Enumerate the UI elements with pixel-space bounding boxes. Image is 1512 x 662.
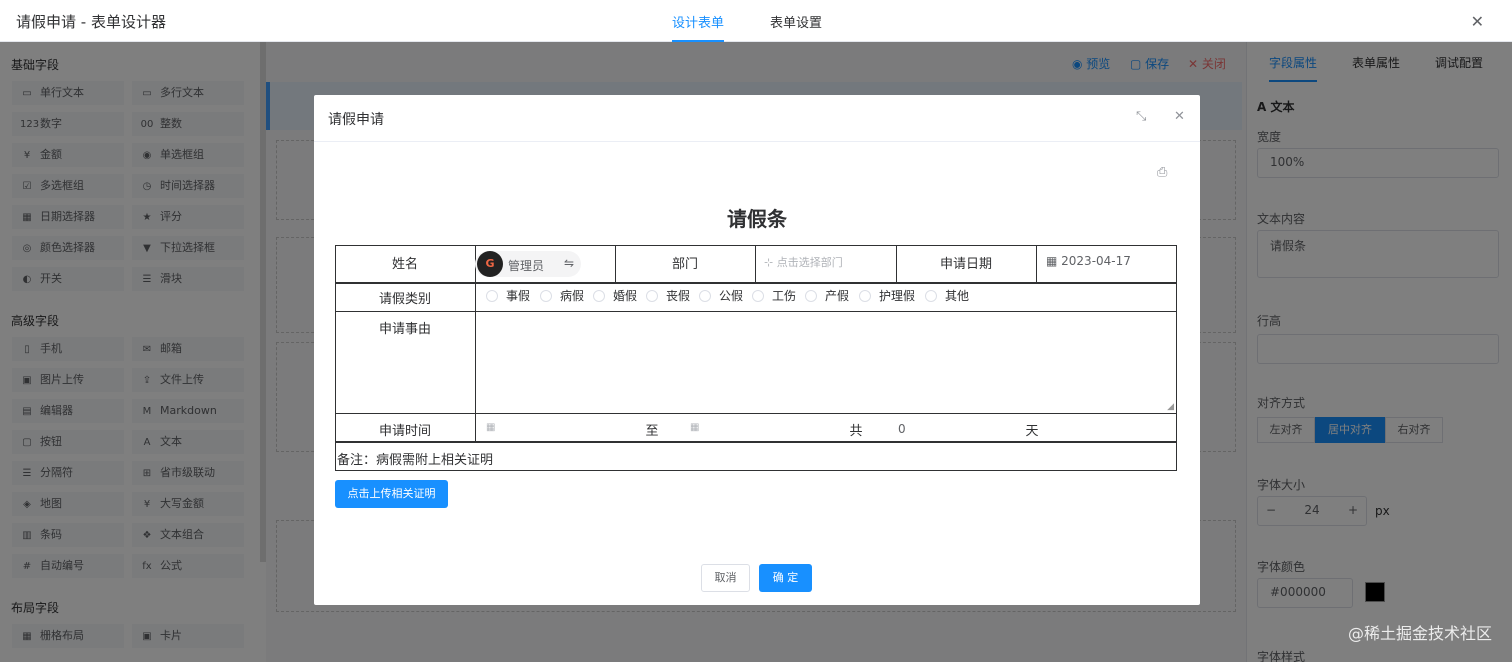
upload-proof-button[interactable]: 点击上传相关证明 [335, 480, 448, 508]
printer-icon[interactable]: ⎙ [1157, 165, 1175, 181]
radio-label: 公假 [719, 289, 744, 303]
radio-circle-icon[interactable] [805, 290, 817, 302]
end-date-picker[interactable]: ▦ [690, 422, 699, 433]
note-text: 备注：病假需附上相关证明 [337, 453, 494, 468]
radio-circle-icon[interactable] [646, 290, 658, 302]
start-date-picker[interactable]: ▦ [486, 422, 495, 433]
days-label: 天 [1025, 424, 1039, 439]
form-title: 请假条 [727, 207, 787, 231]
app-title: 请假申请 - 表单设计器 [16, 13, 166, 31]
leave-type-radio[interactable]: 丧假 [646, 287, 690, 304]
preview-dialog: 请假申请 ⤡ ✕ ⎙ 请假条 姓名 G 管理员 ⇋ 部门 ⊹ 点击选择部门 申请… [314, 95, 1200, 605]
fullscreen-icon[interactable]: ⤡ [1136, 109, 1146, 124]
tab-design-form[interactable]: 设计表单 [672, 12, 725, 42]
user-name: 管理员 [508, 259, 545, 273]
row-divider [335, 413, 1177, 414]
leave-type-radio[interactable]: 工伤 [752, 287, 796, 304]
reason-textarea[interactable]: ◢ [476, 312, 1176, 412]
apply-time-label: 申请时间 [378, 424, 431, 439]
leave-type-label: 请假类别 [378, 292, 431, 307]
leave-type-radio[interactable]: 婚假 [593, 287, 637, 304]
resize-handle-icon[interactable]: ◢ [1167, 402, 1174, 412]
dialog-title: 请假申请 [328, 112, 384, 128]
days-input[interactable]: 0 [898, 422, 906, 436]
radio-label: 其他 [945, 289, 970, 303]
close-icon[interactable]: ✕ [1174, 109, 1185, 124]
col-divider [755, 245, 756, 282]
col-divider [1036, 245, 1037, 282]
radio-label: 工伤 [772, 289, 797, 303]
dept-selector[interactable]: ⊹ 点击选择部门 [764, 254, 843, 270]
radio-label: 丧假 [666, 289, 691, 303]
radio-label: 产假 [825, 289, 850, 303]
radio-label: 护理假 [879, 289, 916, 303]
radio-circle-icon[interactable] [925, 290, 937, 302]
radio-label: 病假 [560, 289, 585, 303]
row-divider [335, 441, 1177, 443]
leave-type-radio[interactable]: 其他 [925, 287, 969, 304]
tab-form-settings[interactable]: 表单设置 [770, 12, 822, 42]
apply-date-picker[interactable]: ▦ 2023-04-17 [1046, 254, 1131, 268]
to-label: 至 [645, 424, 659, 439]
top-bar: 请假申请 - 表单设计器 设计表单 表单设置 ✕ [0, 0, 1512, 42]
name-label: 姓名 [391, 257, 418, 272]
reason-label: 申请事由 [378, 322, 431, 337]
total-label: 共 [849, 424, 863, 439]
avatar: G [477, 251, 503, 277]
radio-circle-icon[interactable] [540, 290, 552, 302]
radio-circle-icon[interactable] [752, 290, 764, 302]
radio-circle-icon[interactable] [486, 290, 498, 302]
dialog-divider [314, 141, 1200, 142]
cancel-button[interactable]: 取消 [701, 564, 750, 592]
radio-circle-icon[interactable] [593, 290, 605, 302]
leave-type-radio[interactable]: 公假 [699, 287, 743, 304]
radio-label: 婚假 [613, 289, 638, 303]
radio-circle-icon[interactable] [859, 290, 871, 302]
calendar-icon: ▦ [1046, 254, 1062, 268]
close-icon[interactable]: ✕ [1471, 12, 1484, 31]
leave-type-radio[interactable]: 护理假 [859, 287, 915, 304]
watermark: @稀土掘金技术社区 [1347, 624, 1492, 643]
row-divider [335, 282, 1177, 284]
org-icon: ⊹ [764, 256, 777, 269]
radio-label: 事假 [506, 289, 531, 303]
leave-type-radio[interactable]: 产假 [805, 287, 849, 304]
radio-circle-icon[interactable] [699, 290, 711, 302]
leave-type-radio[interactable]: 事假 [486, 287, 530, 304]
leave-type-radio[interactable]: 病假 [540, 287, 584, 304]
apply-date-label: 申请日期 [939, 257, 992, 272]
swap-icon[interactable]: ⇋ [564, 256, 574, 270]
dept-label: 部门 [671, 257, 698, 272]
confirm-button[interactable]: 确 定 [759, 564, 812, 592]
